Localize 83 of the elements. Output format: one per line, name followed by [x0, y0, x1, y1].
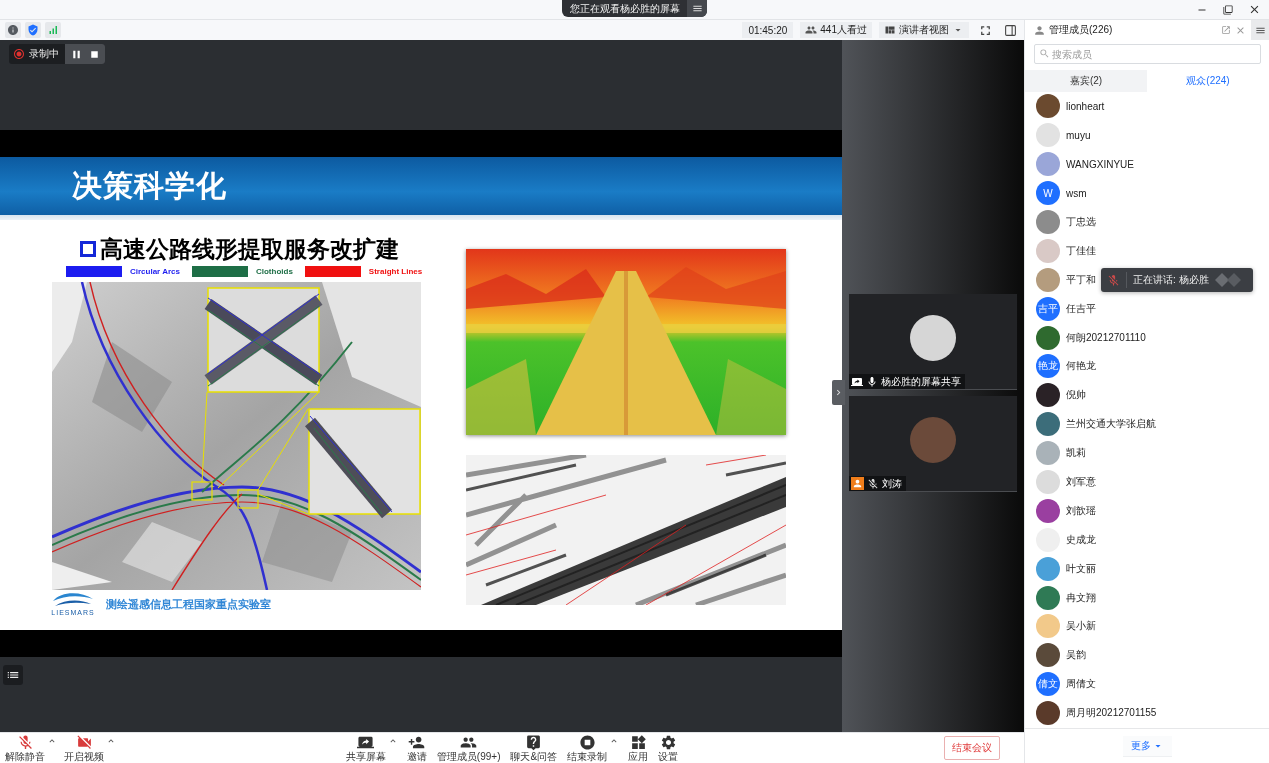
question-bubble-icon — [525, 734, 543, 751]
square-bullet-icon — [80, 241, 96, 257]
legend-label: Clothoids — [255, 267, 293, 276]
legend-label: Circular Arcs — [130, 267, 180, 276]
diamond-icon — [1214, 273, 1241, 287]
member-name[interactable]: 史成龙 — [1066, 532, 1096, 547]
member-name[interactable]: wsm — [1066, 187, 1087, 199]
member-name[interactable]: 丁忠选 — [1066, 215, 1096, 229]
member-name[interactable]: 刘军意 — [1066, 475, 1096, 489]
layout-button[interactable]: 演讲者视图 — [879, 22, 969, 38]
person-icon — [1033, 23, 1046, 37]
menu-button[interactable] — [1251, 20, 1269, 40]
slide-title: 决策科学化 — [0, 157, 842, 220]
add-person-icon — [408, 734, 426, 751]
member-name[interactable]: WANGXINYUE — [1066, 158, 1134, 170]
menu-icon — [691, 3, 703, 14]
recording-label: 录制中 — [28, 47, 60, 61]
banner-menu-button[interactable] — [687, 0, 707, 17]
shield-icon[interactable] — [25, 22, 41, 38]
pop-out-icon — [1221, 25, 1231, 35]
lab-name: 测绘遥感信息工程国家重点实验室 — [106, 597, 271, 612]
member-name[interactable]: 吴小新 — [1066, 619, 1096, 634]
toolbar-button[interactable]: 应用 — [627, 734, 650, 762]
banner-text: 您正在观看杨必胜的屏幕 — [569, 2, 681, 16]
video-tile[interactable]: 刘涛 — [849, 396, 1017, 492]
initials-avatar: 艳龙 — [1036, 354, 1060, 379]
member-name[interactable]: lionheart — [1066, 100, 1105, 112]
member-name[interactable]: 任吉平 — [1066, 301, 1096, 316]
avatar — [910, 314, 956, 361]
video-off-icon — [75, 734, 93, 751]
member-name[interactable]: 兰州交通大学张启航 — [1066, 417, 1156, 432]
member-name[interactable]: 凯莉 — [1066, 446, 1086, 461]
member-name[interactable]: 平丁和 — [1066, 272, 1096, 287]
panel-title: 管理成员(226) — [1049, 23, 1113, 37]
slide-subtitle: 高速公路线形提取服务改扩建 — [100, 234, 399, 264]
viewers-button[interactable]: 441人看过 — [800, 22, 872, 38]
initials-avatar: W — [1036, 181, 1060, 206]
toolbar-button[interactable]: 管理成员(99+) — [435, 734, 502, 762]
toolbar-button[interactable]: 聊天&问答 — [509, 734, 559, 762]
toolbar-button[interactable]: 共享屏幕 — [344, 734, 387, 762]
restore-icon — [1223, 4, 1233, 15]
toast-text: 正在讲话: 杨必胜 — [1133, 273, 1209, 287]
participant-name: 杨必胜的屏幕共享 — [881, 374, 961, 389]
member-name[interactable]: 冉文翔 — [1066, 590, 1096, 605]
video-tile[interactable]: 杨必胜的屏幕共享 — [849, 294, 1017, 390]
host-icon — [851, 477, 864, 490]
avatar — [910, 416, 956, 463]
toolbar-button[interactable]: 解除静音 — [4, 734, 46, 762]
search-icon — [1039, 48, 1050, 59]
share-screen-icon — [357, 734, 375, 751]
toolbar-button[interactable]: 邀请 — [405, 734, 428, 762]
member-name[interactable]: 刘歆瑶 — [1066, 503, 1096, 518]
settings-icon — [659, 734, 677, 751]
member-name[interactable]: 周月明20212701155 — [1066, 706, 1157, 721]
layout-icon — [884, 24, 896, 36]
end-meeting-button[interactable]: 结束会议 — [944, 736, 1000, 760]
participant-name: 刘涛 — [882, 476, 902, 491]
member-name[interactable]: 周倩文 — [1066, 677, 1096, 692]
initials-avatar: 吉平 — [1036, 296, 1060, 321]
member-name[interactable]: 何艳龙 — [1066, 359, 1096, 374]
member-name[interactable]: 叶文丽 — [1066, 561, 1096, 576]
toolbar-button[interactable]: 设置 — [657, 734, 680, 762]
apps-icon — [629, 734, 647, 751]
search-field[interactable]: 搜索成员 — [1034, 44, 1261, 64]
member-name[interactable]: 何朗20212701110 — [1066, 330, 1146, 345]
member-name[interactable]: 倪帅 — [1066, 388, 1086, 403]
list-button[interactable] — [3, 665, 23, 685]
toolbar-button[interactable]: 结束录制 — [566, 734, 609, 762]
screen-share-icon — [851, 375, 863, 388]
info-icon[interactable] — [5, 22, 21, 38]
toolbar-button[interactable]: 开启视频 — [63, 734, 105, 762]
initials-avatar: 倩文 — [1036, 672, 1060, 697]
people-icon — [805, 24, 818, 36]
member-name[interactable]: muyu — [1066, 129, 1091, 141]
member-name[interactable]: 吴韵 — [1066, 648, 1086, 663]
collapse-handle[interactable] — [832, 380, 845, 405]
more-button[interactable]: 更多 — [1122, 735, 1172, 757]
legend-label: Straight Lines — [368, 267, 423, 276]
sidebar-icon — [1003, 23, 1017, 37]
tab[interactable]: 嘉宾(2) — [1025, 70, 1147, 92]
member-name[interactable]: 丁佳佳 — [1066, 243, 1096, 258]
meeting-timer: 01:45:20 — [742, 22, 794, 38]
recording-icon — [13, 48, 25, 60]
